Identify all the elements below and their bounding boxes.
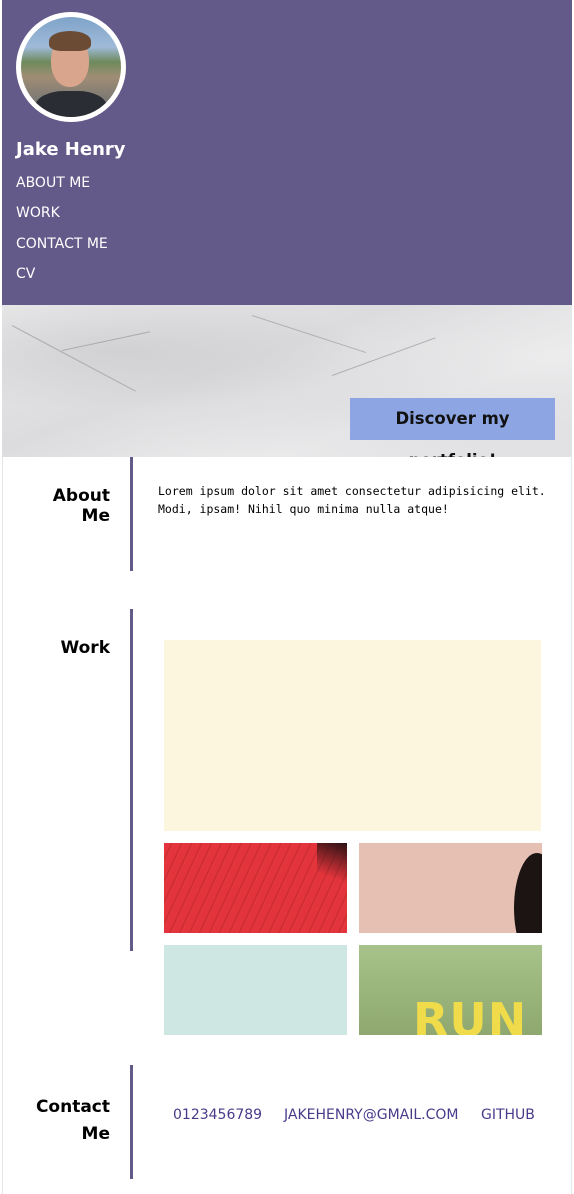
site-name: Jake Henry xyxy=(16,139,126,160)
work-title: Work xyxy=(60,638,110,658)
tile-shadow xyxy=(317,843,347,883)
marble-vein xyxy=(61,331,151,351)
avatar xyxy=(16,12,126,122)
hero-banner: Discover my portfolio! xyxy=(2,305,572,457)
about-divider xyxy=(130,457,133,571)
work-tile-run[interactable]: RUN xyxy=(359,945,542,1035)
about-text: Lorem ipsum dolor sit amet consectetur a… xyxy=(158,484,546,516)
contact-title: Contact Me xyxy=(20,1094,110,1148)
work-tile-pink[interactable] xyxy=(359,843,542,933)
nav-item-about-me[interactable]: ABOUT ME xyxy=(16,173,108,203)
tile-shadow xyxy=(514,853,542,933)
contact-divider xyxy=(130,1065,133,1179)
work-divider xyxy=(130,609,133,951)
work-tile-featured[interactable] xyxy=(164,640,541,831)
contact-title-line-1: Contact xyxy=(35,1097,110,1117)
contact-phone-link[interactable]: 0123456789 xyxy=(173,1107,262,1123)
marble-vein xyxy=(11,325,136,392)
work-tile-mint[interactable] xyxy=(164,945,347,1035)
contact-title-line-2: Me xyxy=(81,1124,110,1144)
avatar-shirt xyxy=(35,91,107,117)
main-nav: ABOUT ME WORK CONTACT ME CV xyxy=(16,173,108,294)
site-header: Jake Henry ABOUT ME WORK CONTACT ME CV xyxy=(2,0,572,305)
discover-portfolio-button[interactable]: Discover my portfolio! xyxy=(350,398,555,457)
contact-email-link[interactable]: JAKEHENRY@GMAIL.COM xyxy=(284,1107,458,1123)
work-tile-red[interactable] xyxy=(164,843,347,933)
nav-item-work[interactable]: WORK xyxy=(16,203,108,233)
nav-item-cv[interactable]: CV xyxy=(16,264,108,294)
marble-vein xyxy=(331,337,436,376)
contact-github-link[interactable]: GITHUB xyxy=(481,1107,535,1123)
nav-item-contact-me[interactable]: CONTACT ME xyxy=(16,234,108,264)
profile-photo xyxy=(21,17,121,117)
avatar-hair xyxy=(49,31,91,51)
marble-vein xyxy=(251,315,367,354)
run-poster-text: RUN xyxy=(413,993,528,1035)
about-title: About Me xyxy=(52,486,110,526)
